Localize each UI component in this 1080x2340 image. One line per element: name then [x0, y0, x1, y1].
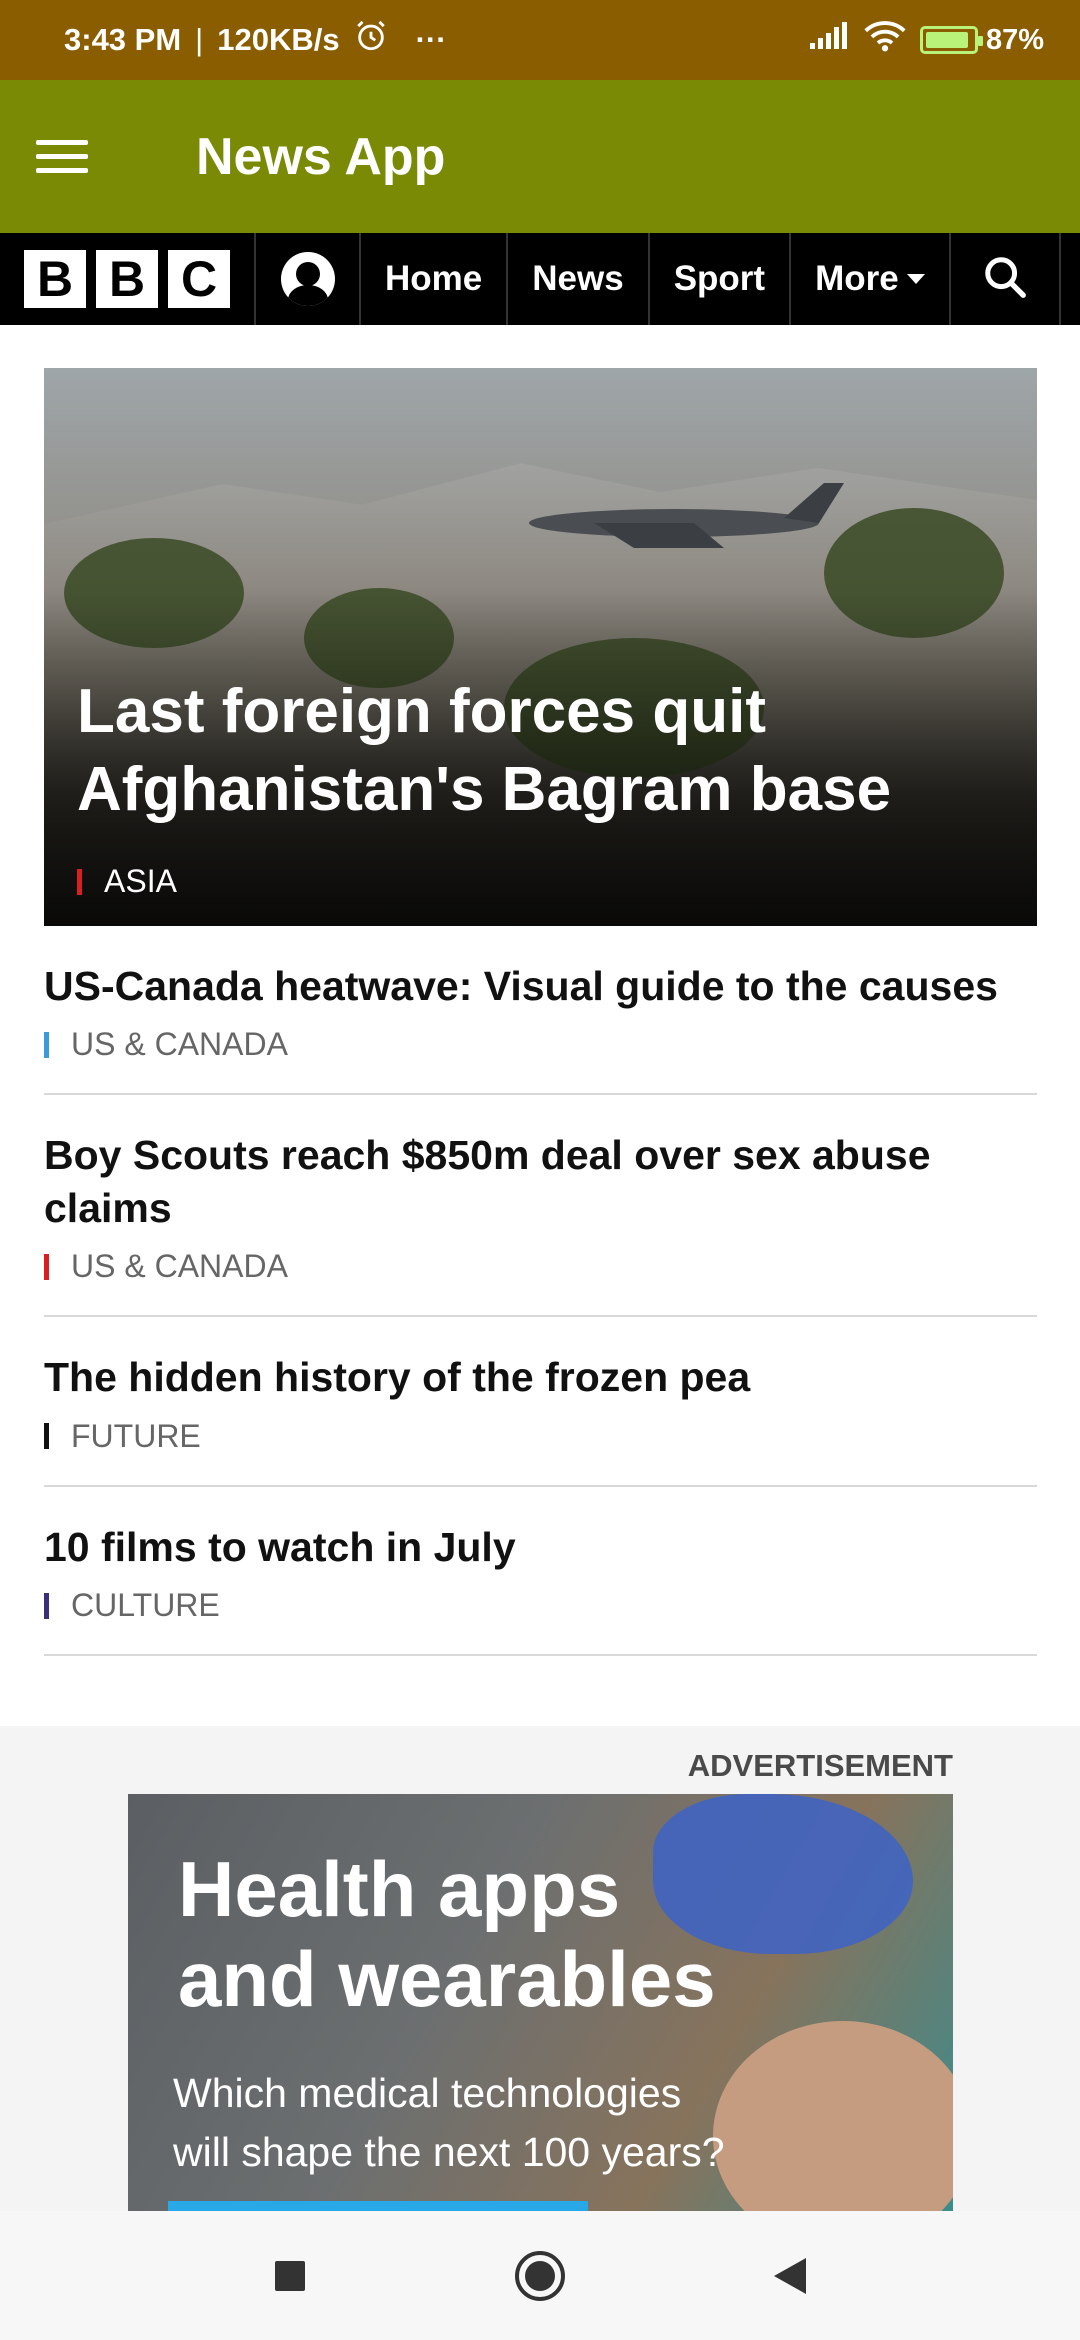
circle-icon [515, 2250, 565, 2301]
ad-strip [168, 2201, 588, 2211]
story-tag-label: CULTURE [71, 1587, 220, 1624]
face-graphic [713, 2021, 953, 2211]
hero-title: Last foreign forces quit Afghanistan's B… [77, 677, 892, 824]
battery-percent: 87% [985, 23, 1044, 56]
bbc-logo-letter-3: C [168, 250, 230, 308]
story-item[interactable]: US-Canada heatwave: Visual guide to the … [44, 926, 1037, 1096]
nav-sport[interactable]: Sport [650, 233, 792, 325]
story-title: US-Canada heatwave: Visual guide to the … [44, 963, 998, 1009]
ad-subtext: Which medical technologies will shape th… [173, 2064, 725, 2183]
bbc-logo[interactable]: B B C [0, 233, 256, 325]
triangle-back-icon [774, 2257, 806, 2294]
recent-apps-button[interactable] [255, 2241, 325, 2311]
story-tag: US & CANADA [44, 1248, 1037, 1285]
advertisement-section: ADVERTISEMENT Health apps and wearables … [0, 1726, 1080, 2211]
search-icon [982, 254, 1028, 305]
story-title: 10 films to watch in July [44, 1523, 516, 1570]
status-separator: | [195, 22, 204, 57]
battery-shape [919, 26, 983, 54]
system-navigation-bar [0, 2211, 1080, 2340]
nav-more[interactable]: More [791, 233, 951, 325]
square-icon [275, 2260, 305, 2291]
news-feed: Last foreign forces quit Afghanistan's B… [44, 368, 1037, 1657]
back-button[interactable] [755, 2241, 825, 2311]
hero-tag: ASIA [77, 863, 177, 900]
hamburger-icon[interactable] [36, 117, 116, 197]
story-tag-label: US & CANADA [71, 1248, 288, 1285]
nav-news[interactable]: News [508, 233, 650, 325]
story-item[interactable]: The hidden history of the frozen pea FUT… [44, 1317, 1037, 1487]
home-button[interactable] [505, 2241, 575, 2311]
story-tag: CULTURE [44, 1587, 1037, 1624]
hero-story[interactable]: Last foreign forces quit Afghanistan's B… [44, 368, 1037, 926]
status-speed: 120KB/s [217, 22, 340, 57]
story-item[interactable]: 10 films to watch in July CULTURE [44, 1487, 1037, 1657]
story-tag: US & CANADA [44, 1026, 1037, 1063]
battery-icon: 87% [919, 23, 1044, 57]
bbc-navigation: B B C Home News Sport More [0, 233, 1080, 325]
app-title: News App [196, 127, 446, 186]
account-button[interactable] [256, 233, 361, 325]
ad-headline-line-1: Health apps [178, 1845, 621, 1933]
nav-home[interactable]: Home [361, 233, 509, 325]
ad-headline-line-2: and wearables [178, 1935, 716, 2024]
status-more-dots: ··· [415, 22, 447, 57]
story-tag: FUTURE [44, 1418, 1037, 1455]
bbc-logo-letter-2: B [96, 250, 158, 308]
chevron-down-icon [906, 274, 925, 284]
ad-subtext-line-2: will shape the next 100 years? [173, 2129, 725, 2176]
nav-more-label: More [815, 259, 899, 298]
story-tag-label: US & CANADA [71, 1026, 288, 1063]
search-button[interactable] [951, 233, 1061, 325]
status-left: 3:43 PM | 120KB/s ··· [64, 19, 447, 61]
status-time: 3:43 PM [64, 22, 182, 57]
alarm-icon [354, 19, 388, 61]
story-item[interactable]: Boy Scouts reach $850m deal over sex abu… [44, 1095, 1037, 1318]
advertisement-banner[interactable]: Health apps and wearables Which medical … [128, 1794, 953, 2211]
bbc-logo-letter-1: B [24, 250, 86, 308]
hero-tag-label: ASIA [104, 863, 177, 899]
airplane-graphic [529, 483, 844, 548]
advertisement-label: ADVERTISEMENT [687, 1748, 953, 1783]
account-icon [280, 252, 335, 306]
ad-headline: Health apps and wearables [178, 1844, 716, 2025]
wifi-icon [864, 20, 906, 60]
signal-icon [808, 21, 850, 59]
story-title: The hidden history of the frozen pea [44, 1354, 751, 1401]
story-tag-label: FUTURE [71, 1417, 201, 1454]
app-bar: News App [0, 80, 1080, 233]
status-bar: 3:43 PM | 120KB/s ··· 87% [0, 0, 1080, 80]
ad-subtext-line-1: Which medical technologies [173, 2070, 682, 2116]
story-title: Boy Scouts reach $850m deal over sex abu… [44, 1132, 931, 1231]
status-right: 87% [808, 20, 1044, 60]
